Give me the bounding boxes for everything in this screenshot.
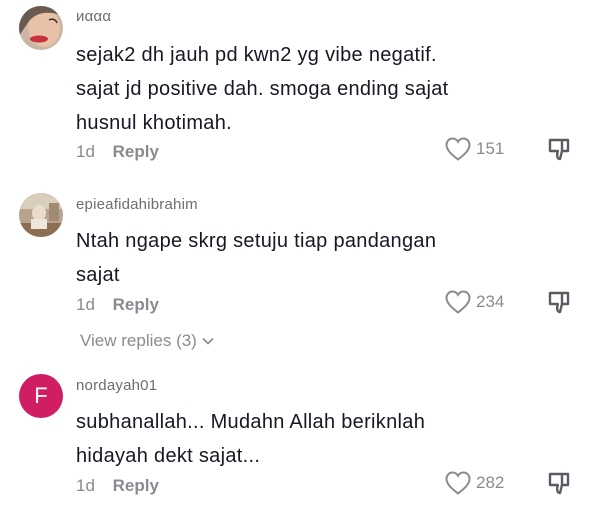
like-count: 151 [476, 139, 505, 158]
comment-time: 1d [76, 476, 95, 495]
comment-meta: 1d Reply [76, 142, 159, 162]
comment-text: sejak2 dh jauh pd kwn2 yg vibe negatif. … [76, 38, 546, 140]
comment-text-line: hidayah dekt sajat... [76, 445, 261, 467]
comment-text: subhanallah... Mudahn Allah beriknlah hi… [76, 405, 546, 473]
view-replies-button[interactable]: View replies (3) [80, 331, 214, 351]
comment-text-line: sajat jd positive dah. smoga ending saja… [76, 78, 449, 100]
thumbs-down-icon [548, 138, 570, 161]
reply-button[interactable]: Reply [113, 476, 159, 495]
thumbs-down-icon [548, 472, 570, 495]
comment-username[interactable]: иααα [76, 8, 111, 25]
comment-meta: 1d Reply [76, 476, 159, 496]
dislike-button[interactable] [546, 290, 572, 316]
avatar[interactable] [19, 193, 63, 237]
heart-outline-icon [445, 137, 471, 161]
thumbs-down-icon [548, 291, 570, 314]
reply-button[interactable]: Reply [113, 142, 159, 161]
dislike-button[interactable] [546, 471, 572, 497]
comment-text: Ntah ngape skrg setuju tiap pandangan sa… [76, 224, 546, 292]
comment-text-line: subhanallah... Mudahn Allah beriknlah [76, 411, 426, 433]
like-button[interactable]: 234 [444, 289, 504, 315]
like-button[interactable]: 282 [444, 470, 504, 496]
comment-username[interactable]: epieafidahibrahim [76, 196, 198, 213]
heart-outline-icon [445, 471, 471, 495]
comment-time: 1d [76, 142, 95, 161]
comment-text-line: husnul khotimah. [76, 112, 233, 134]
chevron-down-icon [202, 337, 214, 345]
comment-text-line: Ntah ngape skrg setuju tiap pandangan [76, 230, 437, 252]
like-count: 234 [476, 292, 505, 311]
comment-text-line: sajat [76, 264, 120, 286]
avatar[interactable] [19, 6, 63, 50]
comment-text-line: sejak2 dh jauh pd kwn2 yg vibe negatif. [76, 44, 437, 66]
like-button[interactable]: 151 [444, 136, 504, 162]
view-replies-label: View replies (3) [80, 331, 197, 350]
like-count: 282 [476, 473, 505, 492]
comment-time: 1d [76, 295, 95, 314]
comment-meta: 1d Reply [76, 295, 159, 315]
avatar[interactable]: F [19, 374, 63, 418]
heart-outline-icon [445, 290, 471, 314]
dislike-button[interactable] [546, 137, 572, 163]
comment-username[interactable]: nordayah01 [76, 377, 157, 394]
reply-button[interactable]: Reply [113, 295, 159, 314]
